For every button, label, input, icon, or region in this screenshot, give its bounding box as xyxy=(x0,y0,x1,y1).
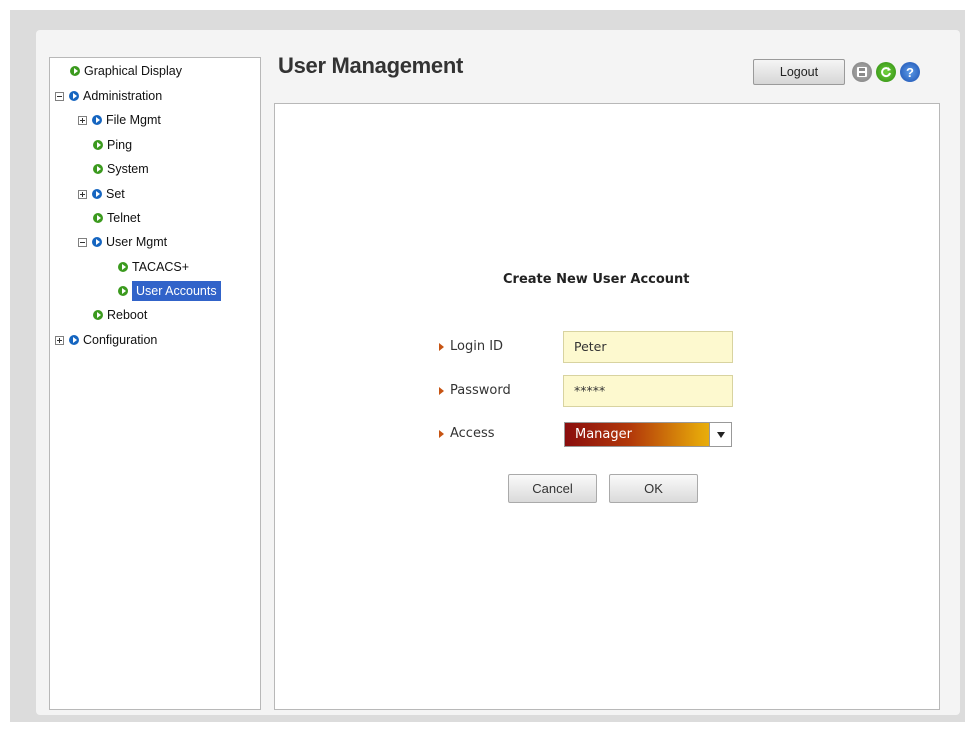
tree-item-label: Telnet xyxy=(107,211,141,225)
password-label: Password xyxy=(439,383,511,398)
expand-icon[interactable] xyxy=(78,115,87,125)
cancel-button[interactable]: Cancel xyxy=(508,474,597,503)
form-title: Create New User Account xyxy=(503,272,690,287)
tree-item-user-mgmt[interactable]: User Mgmt xyxy=(78,232,167,252)
access-label-text: Access xyxy=(450,426,495,441)
login-id-input[interactable]: Peter xyxy=(563,331,733,363)
tree-item-graphical-display[interactable]: Graphical Display xyxy=(70,61,182,81)
collapse-icon[interactable] xyxy=(55,91,64,101)
tree-item-label-selected: User Accounts xyxy=(132,281,221,301)
tree-item-file-mgmt[interactable]: File Mgmt xyxy=(78,110,161,130)
tree-item-tacacs[interactable]: TACACS+ xyxy=(118,257,189,277)
green-node-icon xyxy=(118,286,128,296)
green-node-icon xyxy=(118,262,128,272)
access-label: Access xyxy=(439,426,495,441)
tree-item-telnet[interactable]: Telnet xyxy=(93,208,140,228)
label-arrow-icon xyxy=(439,386,444,395)
tree-item-system[interactable]: System xyxy=(93,159,149,179)
tree-item-configuration[interactable]: Configuration xyxy=(55,330,157,350)
label-arrow-icon xyxy=(439,342,444,351)
login-id-label-text: Login ID xyxy=(450,339,504,354)
access-select[interactable]: Manager xyxy=(564,422,732,447)
expand-icon[interactable] xyxy=(78,189,87,199)
help-icon[interactable]: ? xyxy=(900,62,920,82)
page-title: User Management xyxy=(278,53,464,78)
password-input[interactable]: ***** xyxy=(563,375,733,407)
logout-button[interactable]: Logout xyxy=(753,59,845,85)
tree-item-set[interactable]: Set xyxy=(78,184,125,204)
window-background: Graphical Display Administration File Mg… xyxy=(10,10,965,722)
tree-item-label: File Mgmt xyxy=(106,113,161,127)
password-label-text: Password xyxy=(450,383,511,398)
label-arrow-icon xyxy=(439,429,444,438)
login-id-label: Login ID xyxy=(439,339,503,354)
tree-item-label: Configuration xyxy=(83,333,158,347)
tree-item-label: TACACS+ xyxy=(132,260,190,274)
tree-item-label: User Mgmt xyxy=(106,235,168,249)
tree-item-administration[interactable]: Administration xyxy=(55,86,162,106)
refresh-icon[interactable] xyxy=(876,62,896,82)
tree-item-ping[interactable]: Ping xyxy=(93,135,132,155)
blue-node-icon xyxy=(69,91,79,101)
tree-item-label: System xyxy=(107,162,149,176)
tree-item-user-accounts[interactable]: User Accounts xyxy=(118,281,221,301)
navigation-tree: Graphical Display Administration File Mg… xyxy=(49,57,261,710)
tree-item-reboot[interactable]: Reboot xyxy=(93,305,147,325)
green-node-icon xyxy=(93,140,103,150)
green-node-icon xyxy=(93,310,103,320)
collapse-icon[interactable] xyxy=(78,237,87,247)
green-node-icon xyxy=(93,164,103,174)
ok-button[interactable]: OK xyxy=(609,474,698,503)
tree-item-label: Ping xyxy=(107,138,133,152)
access-select-value: Manager xyxy=(575,427,632,442)
blue-node-icon xyxy=(69,335,79,345)
tree-item-label: Reboot xyxy=(107,308,148,322)
green-node-icon xyxy=(93,213,103,223)
blue-node-icon xyxy=(92,237,102,247)
tree-item-label: Set xyxy=(106,187,125,201)
content-area: Create New User Account Login ID Peter P… xyxy=(274,103,940,710)
blue-node-icon xyxy=(92,189,102,199)
expand-icon[interactable] xyxy=(55,335,64,345)
main-panel: Graphical Display Administration File Mg… xyxy=(36,30,960,715)
dropdown-arrow-icon[interactable] xyxy=(709,423,731,446)
tree-item-label: Administration xyxy=(83,89,163,103)
blue-node-icon xyxy=(92,115,102,125)
green-node-icon xyxy=(70,66,80,76)
tree-item-label: Graphical Display xyxy=(84,64,182,78)
save-icon[interactable] xyxy=(852,62,872,82)
